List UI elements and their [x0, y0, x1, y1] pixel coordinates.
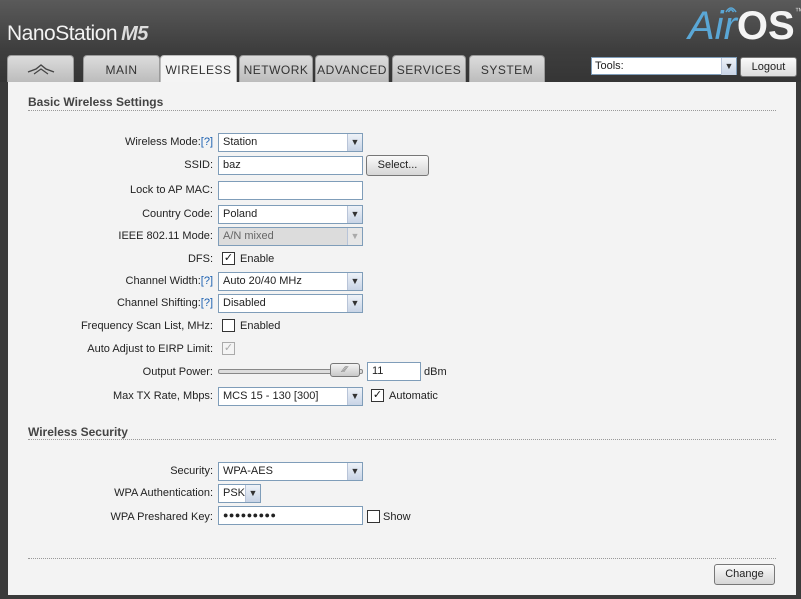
- footer-divider: [28, 558, 776, 559]
- basic-wireless-title: Basic Wireless Settings: [28, 95, 164, 109]
- chevron-down-icon: ▼: [347, 206, 362, 223]
- output-power-label: Output Power:: [142, 366, 213, 378]
- ssid-select-button[interactable]: Select...: [366, 155, 429, 176]
- country-code-label: Country Code:: [142, 208, 213, 220]
- brand-name: NanoStation: [7, 22, 118, 45]
- wireless-mode-select[interactable]: Station ▼: [218, 133, 363, 152]
- eirp-label: Auto Adjust to EIRP Limit:: [87, 343, 213, 355]
- channel-width-label: Channel Width:[?]: [126, 275, 213, 287]
- tab-network-label: NETWORK: [243, 63, 309, 77]
- tab-system-label: SYSTEM: [480, 63, 534, 77]
- tab-advanced-label: ADVANCED: [317, 63, 387, 77]
- wpa-auth-select[interactable]: PSK ▼: [218, 484, 261, 503]
- logo-tm: ™: [794, 6, 801, 16]
- psk-input[interactable]: ●●●●●●●●●: [218, 506, 363, 525]
- country-code-select[interactable]: Poland ▼: [218, 205, 363, 224]
- wireless-mode-label-text: Wireless Mode:: [124, 136, 201, 148]
- freq-scan-checkbox[interactable]: [222, 319, 235, 332]
- tab-services[interactable]: SERVICES: [392, 55, 466, 82]
- lock-mac-input[interactable]: [218, 181, 363, 200]
- output-power-unit: dBm: [424, 366, 447, 378]
- max-tx-rate-label: Max TX Rate, Mbps:: [112, 390, 213, 402]
- output-power-value: 11: [372, 365, 384, 377]
- ssid-value: baz: [223, 159, 241, 171]
- chevron-down-icon: ▼: [347, 228, 362, 245]
- wireless-mode-help-link[interactable]: [?]: [201, 136, 213, 148]
- ubiquiti-logo-icon: [27, 64, 54, 75]
- tools-select-value: Tools:: [595, 60, 624, 72]
- chevron-down-icon: ▼: [347, 388, 362, 405]
- change-button[interactable]: Change: [714, 564, 775, 585]
- country-code-value: Poland: [223, 208, 258, 220]
- tab-main[interactable]: MAIN: [83, 55, 160, 82]
- freq-scan-label: Frequency Scan List, MHz:: [80, 320, 213, 332]
- tab-wireless-label: WIRELESS: [165, 63, 232, 77]
- channel-shifting-label-text: Channel Shifting:: [116, 297, 201, 309]
- psk-label: WPA Preshared Key:: [110, 511, 213, 523]
- brand-model: M5: [121, 23, 148, 45]
- show-key-checkbox[interactable]: [367, 510, 380, 523]
- dfs-label: DFS:: [187, 253, 213, 265]
- logo-os-text: OS: [736, 4, 795, 48]
- eirp-checkbox: ✓: [222, 342, 235, 355]
- wireless-security-title: Wireless Security: [28, 425, 128, 439]
- wpa-auth-value: PSK: [223, 487, 246, 499]
- channel-shifting-help-link[interactable]: [?]: [201, 297, 213, 309]
- show-key-text: Show: [383, 511, 411, 523]
- ieee-mode-select: A/N mixed ▼: [218, 227, 363, 246]
- output-power-slider-handle[interactable]: ⁄⁄⁄: [330, 363, 360, 377]
- section-divider: [28, 110, 776, 111]
- tab-advanced[interactable]: ADVANCED: [315, 55, 389, 82]
- ieee-mode-value: A/N mixed: [223, 230, 274, 242]
- section-divider: [28, 439, 776, 440]
- channel-width-value: Auto 20/40 MHz: [223, 275, 302, 287]
- psk-value: ●●●●●●●●●: [223, 510, 277, 520]
- chevron-down-icon: ▼: [347, 463, 362, 480]
- automatic-text: Automatic: [389, 390, 438, 402]
- freq-scan-enabled-text: Enabled: [240, 320, 281, 332]
- chevron-down-icon: ▼: [721, 58, 736, 75]
- max-tx-rate-select[interactable]: MCS 15 - 130 [300] ▼: [218, 387, 363, 406]
- security-value: WPA-AES: [223, 465, 273, 477]
- ssid-input[interactable]: baz: [218, 156, 363, 175]
- channel-shifting-value: Disabled: [223, 297, 266, 309]
- wpa-auth-label: WPA Authentication:: [114, 487, 213, 499]
- channel-width-select[interactable]: Auto 20/40 MHz ▼: [218, 272, 363, 291]
- tab-ubnt-logo[interactable]: [7, 55, 74, 82]
- chevron-down-icon: ▼: [347, 273, 362, 290]
- tab-main-label: MAIN: [105, 63, 138, 77]
- tools-select[interactable]: Tools: ▼: [591, 57, 737, 75]
- settings-panel: Basic Wireless Settings Wireless Mode:[?…: [8, 82, 796, 595]
- dfs-enable-text: Enable: [240, 253, 275, 265]
- ssid-label: SSID:: [184, 159, 213, 171]
- tab-services-label: SERVICES: [396, 63, 462, 77]
- logout-button[interactable]: Logout: [740, 57, 797, 77]
- channel-shifting-label: Channel Shifting:[?]: [117, 297, 213, 309]
- header-bar: NanoStation M5 AirOS™ MAIN WIRELESS NETWO…: [0, 0, 801, 83]
- output-power-input[interactable]: 11: [367, 362, 421, 381]
- dfs-checkbox[interactable]: ✓: [222, 252, 235, 265]
- chevron-down-icon: ▼: [347, 134, 362, 151]
- airos-logo: AirOS™: [688, 4, 801, 48]
- max-tx-rate-value: MCS 15 - 130 [300]: [223, 390, 319, 402]
- tab-system[interactable]: SYSTEM: [469, 55, 545, 82]
- wireless-mode-label: Wireless Mode:[?]: [125, 136, 213, 148]
- tab-network[interactable]: NETWORK: [239, 55, 313, 82]
- channel-shifting-select[interactable]: Disabled ▼: [218, 294, 363, 313]
- brand-title: NanoStation M5: [7, 22, 148, 46]
- automatic-checkbox[interactable]: ✓: [371, 389, 384, 402]
- lock-mac-label: Lock to AP MAC:: [130, 184, 213, 196]
- tab-wireless[interactable]: WIRELESS: [160, 55, 237, 83]
- channel-width-help-link[interactable]: [?]: [201, 275, 213, 287]
- security-select[interactable]: WPA-AES ▼: [218, 462, 363, 481]
- ieee-mode-label: IEEE 802.11 Mode:: [118, 230, 213, 242]
- chevron-down-icon: ▼: [245, 485, 260, 502]
- wireless-mode-value: Station: [223, 136, 258, 148]
- chevron-down-icon: ▼: [347, 295, 362, 312]
- security-label: Security:: [170, 465, 213, 477]
- channel-width-label-text: Channel Width:: [125, 275, 201, 287]
- wifi-wave-icon: [725, 7, 737, 13]
